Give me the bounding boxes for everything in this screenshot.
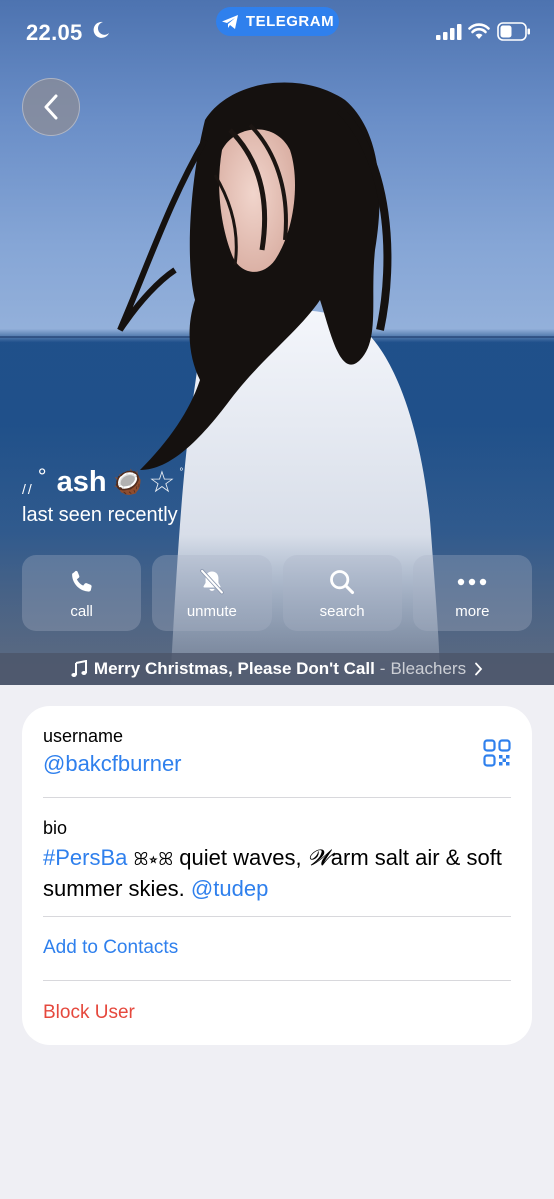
coconut-emoji: 🥥	[112, 469, 143, 496]
song-separator: -	[379, 659, 386, 678]
phone-icon	[71, 570, 92, 592]
name-decoration-left: //	[22, 480, 34, 497]
search-label: search	[319, 602, 365, 620]
profile-music-bar[interactable]: Merry Christmas, Please Don't Call - Ble…	[0, 653, 554, 685]
more-button[interactable]: more	[412, 555, 532, 631]
username-label: username	[43, 726, 124, 746]
telegram-pill-label: TELEGRAM	[245, 13, 335, 30]
song-title: Merry Christmas, Please Don't Call	[93, 659, 375, 678]
unmute-label: unmute	[186, 602, 237, 620]
unmute-button[interactable]: unmute	[152, 555, 272, 631]
add-to-contacts-row[interactable]: Add to Contacts	[43, 937, 511, 959]
username-row[interactable]: username @bakcfburner	[43, 726, 511, 777]
bio-row: bio #PersBa ꕤ⭒ꕤ quiet waves, 𝓦arm salt a…	[43, 818, 511, 903]
telegram-pill[interactable]: TELEGRAM	[216, 7, 339, 36]
divider	[43, 980, 511, 981]
block-user-row[interactable]: Block User	[43, 1002, 511, 1024]
last-seen-status: last seen recently	[22, 504, 178, 526]
profile-name-row: // ° ash 🥥 ☆ °	[22, 463, 184, 500]
username-value[interactable]: @bakcfburner	[43, 751, 511, 777]
divider	[43, 916, 511, 917]
name-decoration-right: °	[179, 467, 184, 478]
add-to-contacts-button[interactable]: Add to Contacts	[43, 937, 511, 959]
call-label: call	[70, 602, 93, 620]
divider	[43, 797, 511, 798]
signal-icon	[436, 24, 462, 40]
name-decoration-degree: °	[37, 463, 47, 489]
ellipsis-icon	[458, 578, 487, 585]
action-buttons: call unmute search more	[22, 555, 532, 631]
song-artist: Bleachers	[390, 659, 467, 678]
search-icon	[330, 569, 355, 594]
profile-info-card: username @bakcfburner bio #PersBa ꕤ⭒ꕤ qu…	[22, 706, 532, 1045]
qr-code-icon[interactable]	[483, 739, 511, 767]
block-user-button[interactable]: Block User	[43, 1002, 511, 1024]
bio-decoration: ꕤ⭒ꕤ	[133, 849, 174, 869]
bio-text-part1: quiet waves,	[173, 845, 308, 870]
search-button[interactable]: search	[282, 555, 402, 631]
wifi-icon	[468, 23, 490, 39]
bio-label: bio	[43, 818, 68, 838]
bio-text: #PersBa ꕤ⭒ꕤ quiet waves, 𝓦arm salt air &…	[43, 843, 511, 903]
profile-name: ash	[56, 466, 107, 498]
more-label: more	[455, 602, 490, 620]
chevron-left-icon	[44, 94, 58, 120]
call-button[interactable]: call	[22, 555, 142, 631]
bio-hashtag[interactable]: #PersBa	[43, 845, 127, 870]
status-time: 22.05	[26, 20, 83, 45]
battery-icon	[497, 22, 530, 41]
bio-mention[interactable]: @tudep	[191, 876, 268, 901]
music-note-icon	[71, 660, 87, 677]
status-bar: 22.05 TELEGRAM	[0, 0, 554, 64]
bell-slash-icon	[200, 568, 224, 594]
back-button[interactable]	[22, 78, 80, 136]
telegram-plane-icon	[221, 14, 238, 29]
profile-header: 22.05 TELEGRAM // ° ash 🥥 ☆ ° last seen …	[0, 0, 554, 685]
chevron-right-icon	[475, 662, 483, 676]
moon-icon	[93, 21, 109, 38]
bio-script-w: 𝓦	[307, 846, 331, 871]
starfish-decoration: ☆	[148, 466, 176, 499]
